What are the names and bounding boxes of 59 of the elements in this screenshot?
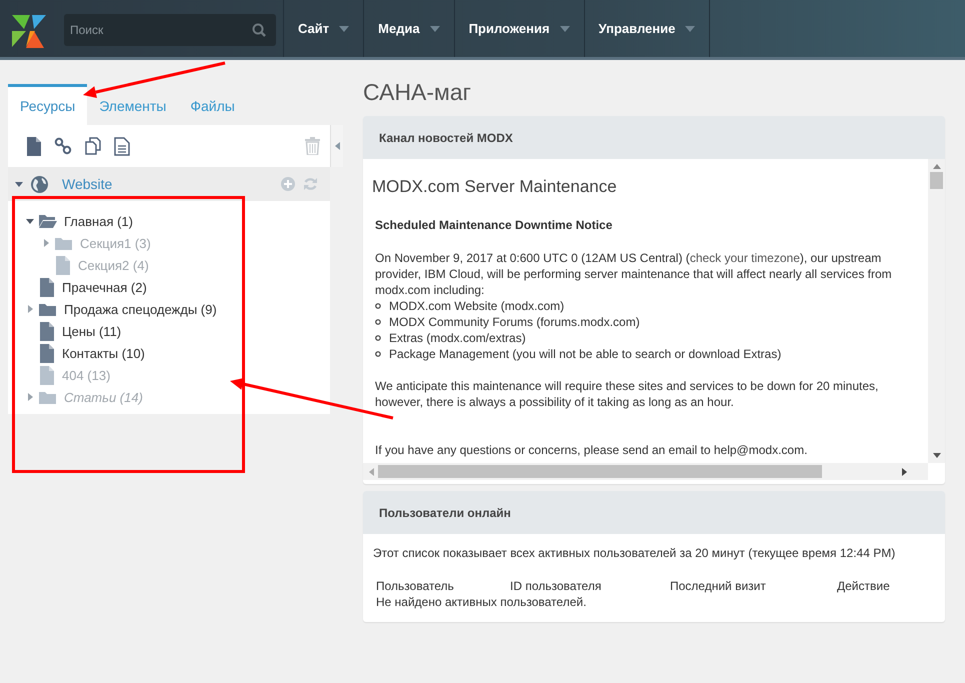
bullet-icon bbox=[375, 351, 381, 357]
tree-item[interactable]: Контакты (10) bbox=[62, 346, 145, 360]
link-icon[interactable] bbox=[54, 137, 72, 155]
caret-icon bbox=[685, 26, 696, 32]
caret-icon bbox=[339, 26, 350, 32]
news-paragraph: We anticipate this maintenance will require these sites and services to be down for 20 minutes, however, there is always a possibility of it taking as long as an hour. bbox=[375, 378, 880, 410]
scroll-right-icon[interactable] bbox=[902, 468, 908, 476]
bullet-icon bbox=[375, 335, 381, 341]
scroll-left-icon[interactable] bbox=[368, 468, 374, 476]
card-header: Канал новостей MODX bbox=[363, 116, 945, 159]
card-header: Пользователи онлайн bbox=[363, 491, 945, 534]
caret-icon bbox=[430, 26, 440, 32]
scroll-down-icon[interactable] bbox=[932, 453, 940, 459]
news-heading: MODX.com Server Maintenance bbox=[372, 179, 618, 195]
tree-item[interactable]: Прачечная (2) bbox=[62, 280, 147, 294]
search-field[interactable]: Поиск bbox=[64, 14, 276, 46]
document-icon[interactable] bbox=[114, 136, 130, 156]
globe-icon bbox=[31, 176, 48, 192]
empty-message: Не найдено активных пользователей. bbox=[375, 595, 588, 609]
caret-icon[interactable] bbox=[15, 180, 23, 188]
list-item: MODX Community Forums (forums.modx.com) bbox=[389, 314, 640, 330]
scrollbar-thumb[interactable] bbox=[930, 172, 943, 189]
trash-icon[interactable] bbox=[305, 137, 320, 155]
collapse-arrow-icon[interactable] bbox=[334, 142, 340, 150]
scrollbar-thumb[interactable] bbox=[378, 465, 822, 478]
column-header: ID пользователя bbox=[510, 579, 602, 593]
menu-item[interactable]: Медиа bbox=[364, 0, 455, 57]
users-description: Этот список показывает всех активных пользователей за 20 минут (текущее время 12:44 PM) bbox=[373, 546, 896, 560]
column-header: Пользователь bbox=[376, 579, 455, 593]
scroll-up-icon[interactable] bbox=[932, 163, 940, 169]
list-item: MODX.com Website (modx.com) bbox=[389, 298, 564, 314]
timezone-link[interactable]: check your timezone bbox=[690, 251, 800, 265]
menu-item[interactable]: Управление bbox=[584, 0, 710, 57]
column-header: Действие bbox=[837, 579, 891, 593]
menu-item[interactable]: Приложения bbox=[454, 0, 585, 57]
refresh-icon[interactable] bbox=[303, 177, 318, 191]
news-paragraph: On November 9, 2017 at 0:600 UTC 0 (12AM US Central) (check your timezone), our upstream provider, IBM Cloud, will be performing server maintenance that will affect nearly all services from modx.com including: bbox=[375, 250, 893, 298]
bullet-icon bbox=[375, 303, 381, 309]
list-item: Extras (modx.com/extras) bbox=[389, 330, 526, 346]
logo-icon[interactable] bbox=[10, 12, 48, 50]
tree-item[interactable]: Главная (1) bbox=[64, 214, 133, 228]
list-item: Package Management (you will not be able to search or download Extras) bbox=[389, 346, 782, 362]
tree-item[interactable]: Цены (11) bbox=[62, 324, 122, 338]
new-document-icon[interactable] bbox=[26, 136, 42, 156]
copy-icon[interactable] bbox=[84, 137, 102, 155]
page-title: САНА-маг bbox=[363, 80, 472, 104]
column-header: Последний визит bbox=[670, 579, 767, 593]
search-icon[interactable] bbox=[252, 23, 266, 37]
news-paragraph: If you have any questions or concerns, please send an email to help@modx.com. bbox=[375, 442, 808, 458]
tree-item[interactable]: Продажа спецодежды (9) bbox=[64, 302, 217, 316]
menu-item[interactable]: Сайт bbox=[284, 0, 364, 57]
horizontal-scrollbar[interactable] bbox=[363, 463, 928, 480]
tab[interactable]: Ресурсы bbox=[8, 84, 88, 125]
bullet-icon bbox=[375, 319, 381, 325]
news-subheading: Scheduled Maintenance Downtime Notice bbox=[375, 217, 614, 233]
caret-icon[interactable] bbox=[26, 217, 34, 225]
vertical-scrollbar[interactable] bbox=[928, 159, 945, 463]
caret-icon bbox=[560, 26, 570, 32]
add-icon[interactable] bbox=[281, 177, 295, 191]
